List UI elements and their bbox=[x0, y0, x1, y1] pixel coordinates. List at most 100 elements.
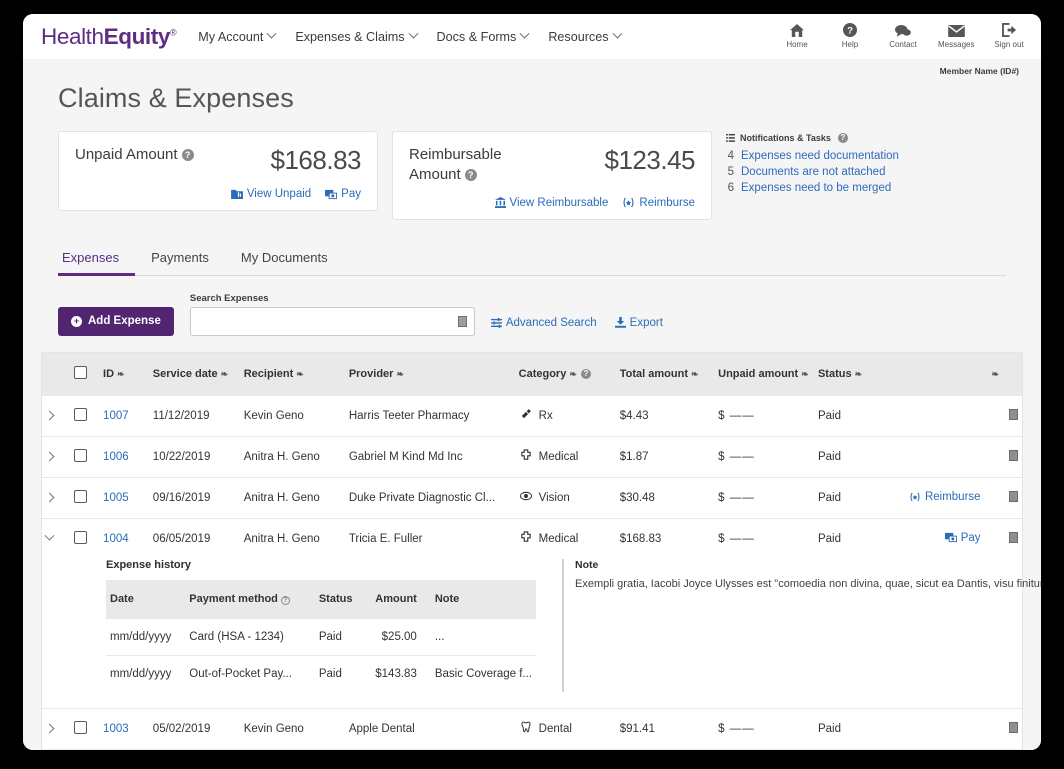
header-recipient[interactable]: Recipient ❧ bbox=[239, 352, 345, 396]
add-expense-button[interactable]: + Add Expense bbox=[58, 306, 174, 336]
payment-method-info-icon[interactable]: ? bbox=[280, 595, 290, 605]
sort-icon[interactable]: ❧ bbox=[117, 369, 125, 379]
tab-my-documents[interactable]: My Documents bbox=[225, 244, 344, 275]
reimburse-link[interactable]: Reimburse bbox=[622, 197, 695, 209]
pay-link[interactable]: Pay bbox=[325, 188, 361, 200]
expand-cell[interactable] bbox=[42, 748, 71, 750]
select-cell[interactable] bbox=[70, 394, 100, 437]
chevron-down-icon[interactable] bbox=[44, 530, 55, 541]
chevron-right-icon[interactable] bbox=[44, 492, 55, 503]
chevron-right-icon[interactable] bbox=[44, 451, 55, 462]
cell-action[interactable]: Reimburse bbox=[894, 748, 985, 750]
header-total-amount[interactable]: Total amount ❧ bbox=[615, 352, 715, 396]
category-info-icon[interactable]: ? bbox=[580, 368, 591, 379]
expense-id-link[interactable]: 1006 bbox=[103, 451, 129, 463]
util-sign-out[interactable]: Sign out bbox=[991, 22, 1027, 49]
cell-row-menu[interactable] bbox=[984, 476, 1022, 519]
notification-item[interactable]: 6 Expenses need to be merged bbox=[726, 182, 899, 194]
cell-row-menu[interactable] bbox=[984, 435, 1022, 478]
row-menu-icon[interactable] bbox=[1009, 531, 1018, 543]
select-cell[interactable] bbox=[70, 748, 100, 750]
expense-id-link[interactable]: 1003 bbox=[103, 723, 129, 735]
header-row-menu[interactable]: ❧ bbox=[984, 352, 1022, 396]
cell-id[interactable]: 1006 bbox=[99, 435, 149, 478]
sort-icon[interactable]: ❧ bbox=[691, 369, 699, 379]
util-contact[interactable]: Contact bbox=[885, 22, 921, 49]
notification-link[interactable]: Expenses need documentation bbox=[741, 150, 899, 162]
expense-id-link[interactable]: 1007 bbox=[103, 410, 129, 422]
healthequity-logo[interactable]: HealthEquity® bbox=[41, 24, 177, 50]
notification-item[interactable]: 5 Documents are not attached bbox=[726, 166, 899, 178]
row-checkbox[interactable] bbox=[74, 530, 88, 544]
expense-id-link[interactable]: 1004 bbox=[103, 533, 129, 545]
view-reimbursable-link[interactable]: View Reimbursable bbox=[494, 197, 608, 209]
view-unpaid-link[interactable]: View Unpaid bbox=[230, 188, 311, 200]
util-home[interactable]: Home bbox=[779, 22, 815, 49]
header-category[interactable]: Category ❧? bbox=[514, 352, 616, 396]
cell-row-menu[interactable] bbox=[984, 748, 1022, 750]
util-messages[interactable]: Messages bbox=[938, 22, 974, 49]
expand-cell[interactable] bbox=[42, 517, 71, 559]
chevron-right-icon[interactable] bbox=[44, 723, 55, 734]
unpaid-info-icon[interactable]: ? bbox=[181, 149, 194, 161]
row-checkbox[interactable] bbox=[74, 720, 88, 734]
header-status[interactable]: Status ❧ bbox=[813, 352, 895, 396]
sort-icon[interactable]: ❧ bbox=[855, 369, 863, 379]
sort-icon[interactable]: ❧ bbox=[801, 369, 809, 379]
sort-icon[interactable]: ❧ bbox=[396, 369, 404, 379]
notification-link[interactable]: Expenses need to be merged bbox=[741, 182, 891, 194]
select-cell[interactable] bbox=[70, 517, 100, 559]
cell-row-menu[interactable] bbox=[984, 394, 1022, 437]
sort-icon[interactable]: ❧ bbox=[296, 369, 304, 379]
chevron-right-icon[interactable] bbox=[44, 410, 55, 421]
row-menu-icon[interactable] bbox=[1009, 490, 1018, 502]
row-reimburse-link[interactable]: Reimburse bbox=[909, 491, 981, 503]
header-unpaid-amount[interactable]: Unpaid amount ❧ bbox=[714, 352, 814, 396]
table-row[interactable]: 1005 09/16/2019 Anitra H. Geno Duke Priv… bbox=[42, 476, 1022, 519]
table-row[interactable]: 1007 11/12/2019 Kevin Geno Harris Teeter… bbox=[42, 394, 1022, 437]
search-expenses-box[interactable] bbox=[189, 306, 475, 336]
notification-link[interactable]: Documents are not attached bbox=[741, 166, 885, 178]
select-cell[interactable] bbox=[70, 707, 100, 750]
cell-row-menu[interactable] bbox=[984, 707, 1022, 750]
cell-action[interactable]: Reimburse bbox=[894, 476, 985, 519]
expense-id-link[interactable]: 1005 bbox=[103, 492, 129, 504]
sort-icon[interactable]: ❧ bbox=[992, 369, 1000, 379]
row-checkbox[interactable] bbox=[74, 448, 88, 462]
table-row[interactable]: 1002 04/28/2019 Kevin Geno St Francis Me… bbox=[42, 748, 1022, 750]
select-all-checkbox[interactable] bbox=[74, 365, 88, 379]
notification-item[interactable]: 4 Expenses need documentation bbox=[726, 150, 899, 162]
header-service-date[interactable]: Service date ❧ bbox=[148, 352, 240, 396]
cell-action[interactable]: Pay bbox=[894, 517, 985, 559]
expand-cell[interactable] bbox=[42, 476, 71, 519]
tab-expenses[interactable]: Expenses bbox=[58, 244, 136, 276]
sort-icon[interactable]: ❧ bbox=[569, 369, 577, 379]
row-checkbox[interactable] bbox=[74, 489, 88, 503]
expand-cell[interactable] bbox=[42, 707, 71, 750]
row-pay-link[interactable]: Pay bbox=[944, 532, 981, 544]
advanced-search-link[interactable]: Advanced Search bbox=[490, 317, 597, 329]
select-cell[interactable] bbox=[70, 476, 100, 519]
cell-id[interactable]: 1004 bbox=[99, 517, 149, 559]
table-row[interactable]: 1006 10/22/2019 Anitra H. Geno Gabriel M… bbox=[42, 435, 1022, 478]
row-checkbox[interactable] bbox=[74, 407, 88, 421]
cell-id[interactable]: 1003 bbox=[99, 707, 149, 750]
select-cell[interactable] bbox=[70, 435, 100, 478]
menu-item-resources[interactable]: Resources bbox=[548, 28, 622, 44]
header-id[interactable]: ID ❧ bbox=[99, 352, 149, 396]
header-provider[interactable]: Provider ❧ bbox=[344, 352, 515, 396]
row-menu-icon[interactable] bbox=[1009, 721, 1018, 733]
menu-item-expenses-claims[interactable]: Expenses & Claims bbox=[295, 28, 418, 44]
row-menu-icon[interactable] bbox=[1009, 449, 1018, 461]
cell-id[interactable]: 1007 bbox=[99, 394, 149, 437]
reimbursable-info-icon[interactable]: ? bbox=[464, 168, 477, 181]
expand-cell[interactable] bbox=[42, 394, 71, 437]
search-input[interactable] bbox=[197, 314, 458, 329]
search-icon[interactable] bbox=[457, 315, 467, 327]
cell-row-menu[interactable] bbox=[984, 517, 1022, 559]
menu-item-docs-forms[interactable]: Docs & Forms bbox=[437, 28, 530, 44]
notifications-info-icon[interactable]: ? bbox=[837, 133, 848, 143]
util-help[interactable]: ? Help bbox=[832, 22, 868, 49]
menu-item-my-account[interactable]: My Account bbox=[198, 28, 277, 44]
cell-id[interactable]: 1005 bbox=[99, 476, 149, 519]
